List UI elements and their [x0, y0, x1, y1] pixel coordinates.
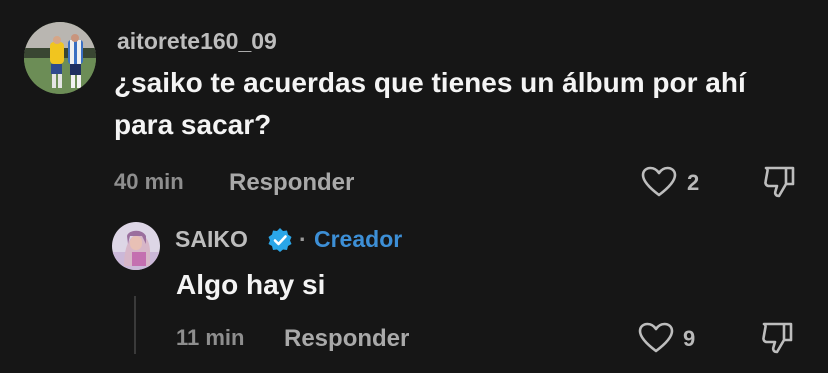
comment-timestamp: 40 min — [114, 169, 184, 194]
reply-author-avatar[interactable] — [112, 222, 160, 270]
heart-icon — [641, 166, 677, 198]
thread-line — [134, 296, 136, 354]
creator-badge: Creador — [314, 226, 403, 252]
user-photo-avatar-icon — [24, 22, 96, 94]
reply-dislike-button[interactable] — [760, 320, 796, 356]
reply-like-button[interactable]: 9 — [638, 322, 700, 354]
thumbs-down-icon — [760, 320, 796, 356]
verified-badge-icon — [267, 227, 293, 253]
like-button[interactable]: 2 — [641, 166, 703, 198]
reply-text: Algo hay si — [176, 269, 326, 300]
thumbs-down-icon — [762, 164, 798, 200]
commenter-avatar[interactable] — [24, 22, 96, 94]
user-photo-avatar-icon — [112, 222, 160, 270]
separator-dot: · — [299, 226, 307, 252]
reply-button[interactable]: Responder — [229, 169, 354, 197]
reply-reply-button[interactable]: Responder — [284, 325, 409, 353]
dislike-button[interactable] — [762, 164, 798, 200]
like-count: 2 — [687, 170, 700, 195]
reply-like-count: 9 — [683, 326, 696, 351]
reply-timestamp: 11 min — [176, 325, 245, 350]
commenter-username[interactable]: aitorete160_09 — [117, 28, 277, 55]
heart-icon — [638, 322, 674, 354]
comment-text: ¿saiko te acuerdas que tienes un álbum p… — [114, 67, 746, 140]
reply-author-username[interactable]: SAIKO — [175, 226, 248, 253]
